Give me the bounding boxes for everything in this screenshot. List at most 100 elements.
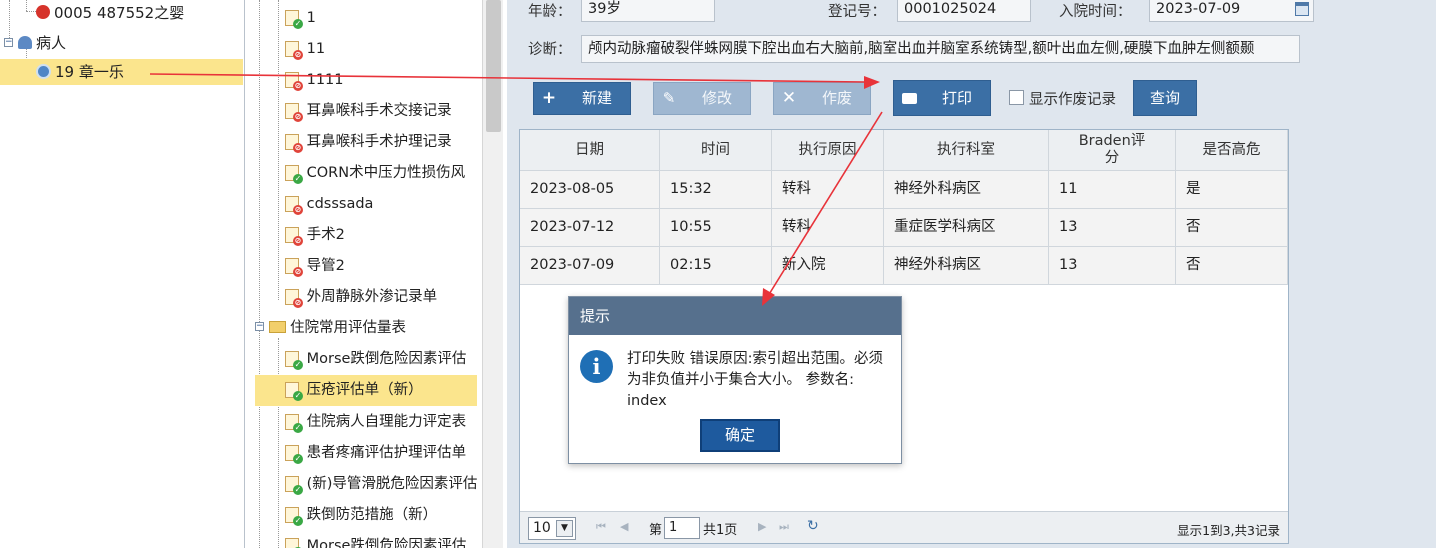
check-badge-icon: ✓ bbox=[293, 19, 303, 29]
collapse-toggle[interactable]: − bbox=[4, 38, 13, 47]
check-badge-icon: ✓ bbox=[293, 516, 303, 526]
table-cell[interactable]: 13 bbox=[1049, 247, 1176, 285]
first-page-icon[interactable]: ⏮ bbox=[596, 520, 606, 534]
page-prefix: 第 bbox=[649, 523, 663, 538]
refresh-icon[interactable]: ↻ bbox=[807, 518, 819, 534]
age-field: 39岁 bbox=[581, 0, 715, 22]
column-header-braden[interactable]: Braden评 分 bbox=[1049, 130, 1176, 171]
form-item[interactable]: ⊘ 1111 bbox=[285, 67, 344, 93]
form-doc-icon: ✓ bbox=[285, 10, 303, 29]
table-cell[interactable]: 2023-07-12 bbox=[520, 209, 660, 247]
form-doc-icon: ⊘ bbox=[285, 103, 303, 122]
tree-guide-line bbox=[259, 0, 260, 548]
form-doc-icon: ⊘ bbox=[285, 134, 303, 153]
form-item[interactable]: ⊘ 外周静脉外渗记录单 bbox=[285, 284, 437, 310]
form-doc-icon: ⊘ bbox=[285, 196, 303, 215]
table-cell[interactable]: 转科 bbox=[772, 209, 884, 247]
dropdown-arrow-icon: ▼ bbox=[556, 520, 573, 537]
form-item[interactable]: ⊘ 手术2 bbox=[285, 222, 345, 248]
form-item[interactable]: ✓ CORN术中压力性损伤风 bbox=[285, 160, 465, 186]
form-item[interactable]: ✓ 住院病人自理能力评定表 bbox=[285, 409, 466, 435]
table-cell[interactable]: 转科 bbox=[772, 171, 884, 209]
table-cell[interactable]: 02:15 bbox=[660, 247, 772, 285]
page-number-input[interactable]: 1 bbox=[664, 517, 700, 539]
tree-group-patients[interactable]: 病人 bbox=[18, 30, 66, 56]
form-item[interactable]: ⊘ cdsssada bbox=[285, 191, 373, 217]
prev-page-icon[interactable]: ◀ bbox=[620, 520, 628, 533]
form-item[interactable]: ⊘ 耳鼻喉科手术护理记录 bbox=[285, 129, 452, 155]
admit-time-value: 2023-07-09 bbox=[1156, 1, 1241, 17]
column-header-dept[interactable]: 执行科室 bbox=[884, 130, 1049, 171]
check-badge-icon: ✓ bbox=[293, 174, 303, 184]
table-cell[interactable]: 2023-08-05 bbox=[520, 171, 660, 209]
form-item-selected[interactable]: ✓ 压疮评估单（新） bbox=[255, 375, 477, 406]
column-header-reason[interactable]: 执行原因 bbox=[772, 130, 884, 171]
print-button[interactable]: 打印 bbox=[893, 80, 991, 116]
table-cell[interactable]: 2023-07-09 bbox=[520, 247, 660, 285]
query-button[interactable]: 查询 bbox=[1133, 80, 1197, 116]
scrollbar-thumb[interactable] bbox=[486, 0, 501, 132]
form-doc-icon: ✓ bbox=[285, 414, 303, 433]
dialog-message: 打印失败 错误原因:索引超出范围。必须为非负值并小于集合大小。 参数名: ind… bbox=[627, 351, 883, 409]
admit-time-field[interactable]: 2023-07-09 bbox=[1149, 0, 1314, 22]
admit-time-label: 入院时间： bbox=[1059, 4, 1132, 20]
form-item[interactable]: ✓ 跌倒防范措施（新） bbox=[285, 502, 437, 528]
form-item[interactable]: ✓ Morse跌倒危险因素评估 bbox=[285, 346, 466, 372]
tree-guide-line bbox=[26, 0, 27, 11]
check-badge-icon: ✓ bbox=[293, 423, 303, 433]
column-header-time[interactable]: 时间 bbox=[660, 130, 772, 171]
table-cell[interactable]: 11 bbox=[1049, 171, 1176, 209]
table-cell[interactable]: 是 bbox=[1176, 171, 1288, 209]
form-doc-icon: ⊘ bbox=[285, 258, 303, 277]
check-badge-icon: ✓ bbox=[293, 391, 303, 401]
reg-number-field: 0001025024 bbox=[897, 0, 1031, 22]
blocked-badge-icon: ⊘ bbox=[293, 298, 303, 308]
form-item[interactable]: ⊘ 耳鼻喉科手术交接记录 bbox=[285, 98, 452, 124]
form-doc-icon: ✓ bbox=[285, 382, 303, 401]
check-badge-icon: ✓ bbox=[293, 360, 303, 370]
edit-button[interactable]: ✎ 修改 bbox=[653, 82, 751, 115]
form-item[interactable]: ✓ Morse跌倒危险因素评估 bbox=[285, 533, 466, 548]
table-cell[interactable]: 重症医学科病区 bbox=[884, 209, 1049, 247]
form-item[interactable]: ✓ 患者疼痛评估护理评估单 bbox=[285, 440, 466, 466]
table-cell[interactable]: 否 bbox=[1176, 209, 1288, 247]
page-size-select[interactable]: 10 ▼ bbox=[528, 517, 576, 540]
table-cell[interactable]: 新入院 bbox=[772, 247, 884, 285]
last-page-icon[interactable]: ⏭ bbox=[779, 520, 789, 534]
calendar-icon[interactable] bbox=[1295, 2, 1309, 16]
form-doc-icon: ✓ bbox=[285, 538, 303, 548]
check-badge-icon: ✓ bbox=[293, 485, 303, 495]
form-item[interactable]: ✓ 1 bbox=[285, 5, 316, 31]
record-summary: 显示1到3,共3记录 bbox=[1177, 523, 1280, 538]
ok-button[interactable]: 确定 bbox=[700, 419, 780, 452]
show-void-label: 显示作废记录 bbox=[1029, 92, 1116, 108]
tree-guide-line bbox=[9, 0, 10, 40]
form-doc-icon: ⊘ bbox=[285, 41, 303, 60]
table-cell[interactable]: 10:55 bbox=[660, 209, 772, 247]
next-page-icon[interactable]: ▶ bbox=[758, 520, 766, 533]
collapse-toggle[interactable]: − bbox=[255, 322, 264, 331]
table-cell[interactable]: 15:32 bbox=[660, 171, 772, 209]
dialog-title: 提示 bbox=[569, 297, 901, 335]
table-cell[interactable]: 13 bbox=[1049, 209, 1176, 247]
tree-item-selected-patient[interactable]: 19 章一乐 bbox=[0, 59, 243, 85]
table-cell[interactable]: 神经外科病区 bbox=[884, 247, 1049, 285]
form-item[interactable]: ⊘ 11 bbox=[285, 36, 325, 62]
form-item[interactable]: ✓ (新)导管滑脱危险因素评估 bbox=[285, 471, 477, 497]
form-item[interactable]: ⊘ 导管2 bbox=[285, 253, 345, 279]
tree-item-infant[interactable]: 0005 487552之婴 bbox=[36, 0, 184, 26]
new-button[interactable]: + 新建 bbox=[533, 82, 631, 115]
female-patient-icon bbox=[36, 5, 50, 19]
table-cell[interactable]: 否 bbox=[1176, 247, 1288, 285]
patient-tree: 0005 487552之婴 − 病人 19 章一乐 bbox=[0, 0, 245, 548]
column-header-date[interactable]: 日期 bbox=[520, 130, 660, 171]
void-button[interactable]: ✕ 作废 bbox=[773, 82, 871, 115]
form-tree-scrollbar[interactable] bbox=[482, 0, 503, 548]
form-doc-icon: ✓ bbox=[285, 445, 303, 464]
form-doc-icon: ⊘ bbox=[285, 72, 303, 91]
diagnosis-field: 颅内动脉瘤破裂伴蛛网膜下腔出血右大脑前,脑室出血并脑室系统铸型,额叶出血左侧,硬… bbox=[581, 35, 1300, 63]
table-cell[interactable]: 神经外科病区 bbox=[884, 171, 1049, 209]
column-header-high-risk[interactable]: 是否高危 bbox=[1176, 130, 1288, 171]
form-folder[interactable]: 住院常用评估量表 bbox=[269, 315, 406, 341]
show-void-checkbox[interactable] bbox=[1009, 90, 1024, 105]
